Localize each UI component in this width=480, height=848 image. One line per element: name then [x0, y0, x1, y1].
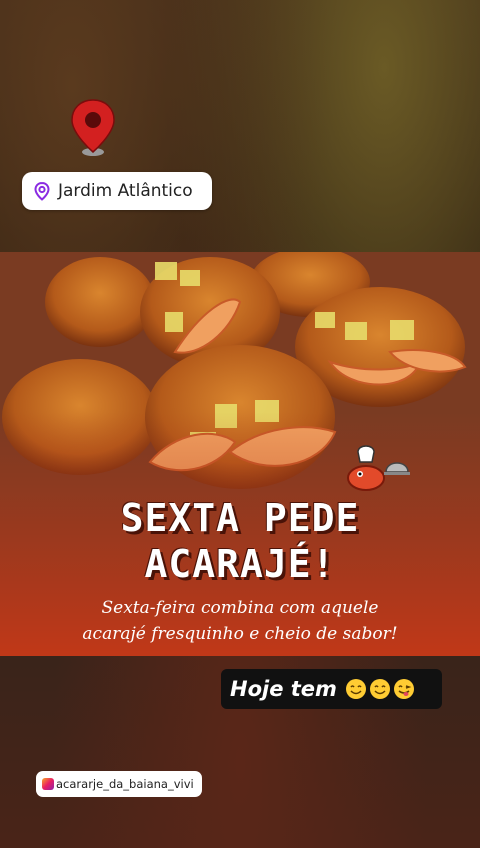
map-marker-icon	[71, 99, 115, 156]
smiling-face-icon	[345, 679, 366, 699]
emoji-group	[345, 678, 415, 700]
location-label: Jardim Atlântico	[58, 181, 193, 201]
smiling-face-icon	[369, 679, 390, 699]
mention-sticker[interactable]: acararje_da_baiana_vivi	[36, 771, 202, 797]
hoje-tem-text: Hoje tem	[230, 677, 337, 701]
shrimp-chef-icon	[347, 445, 410, 491]
subtext-line-2: acarajé fresquinho e cheio de sabor!	[82, 624, 398, 644]
headline-line-2: ACARAJÉ!	[144, 542, 336, 586]
hoje-tem-sticker[interactable]: Hoje tem	[221, 669, 442, 709]
tongue-face-icon	[393, 679, 414, 699]
instagram-icon	[42, 778, 54, 790]
map-pin-icon	[34, 181, 50, 201]
mention-handle: acararje_da_baiana_vivi	[56, 777, 194, 791]
subtext-line-1: Sexta-feira combina com aquele	[101, 598, 379, 618]
headline-line-1: SEXTA PEDE	[120, 496, 360, 540]
location-sticker[interactable]: Jardim Atlântico	[22, 172, 212, 210]
post-image[interactable]: SEXTA PEDE ACARAJÉ! Sexta-feira combina …	[0, 252, 480, 656]
